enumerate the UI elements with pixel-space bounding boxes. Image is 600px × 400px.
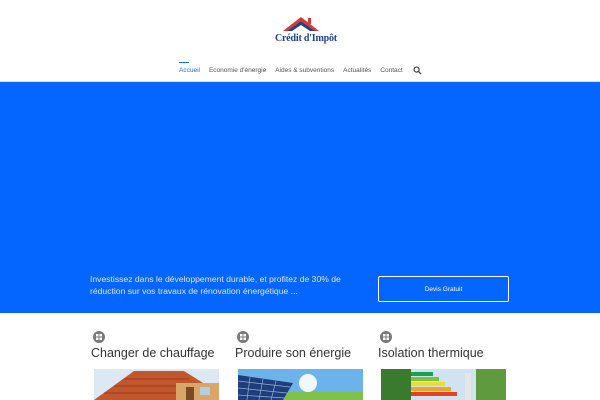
feature-title[interactable]: Isolation thermique <box>378 346 484 360</box>
hero-banner: Investissez dans le développement durabl… <box>0 82 600 313</box>
hero-text: Investissez dans le développement durabl… <box>90 274 341 296</box>
feature-changer-chauffage: Changer de chauffage <box>91 313 221 400</box>
energy-rating-image[interactable] <box>381 369 506 400</box>
feature-title[interactable]: Changer de chauffage <box>91 346 214 360</box>
features-section: Changer de chauffage Produire son énergi… <box>0 313 600 400</box>
main-nav: Accueil Economie d'énergie Aides & subve… <box>179 61 422 78</box>
grid-icon <box>237 331 249 343</box>
nav-item-accueil[interactable]: Accueil <box>179 61 200 74</box>
roof-logo-icon <box>283 17 319 31</box>
logo-text: Crédit d'Impôt <box>275 33 337 44</box>
nav-item-economie-energie[interactable]: Economie d'énergie <box>209 67 266 74</box>
devis-gratuit-button[interactable]: Devis Gratuit <box>378 276 509 302</box>
search-icon[interactable] <box>413 65 422 75</box>
nav-item-contact[interactable]: Contact <box>380 67 402 74</box>
grid-icon <box>380 331 392 343</box>
feature-title[interactable]: Produire son énergie <box>235 346 351 360</box>
wooden-house-roof-image[interactable] <box>94 369 219 400</box>
feature-isolation-thermique: Isolation thermique <box>378 313 508 400</box>
nav-item-aides-subventions[interactable]: Aides & subventions <box>275 67 334 74</box>
grid-icon <box>93 331 105 343</box>
site-logo[interactable]: Crédit d'Impôt <box>275 14 337 48</box>
site-header: Crédit d'Impôt Accueil Economie d'énergi… <box>0 0 600 82</box>
solar-panels-image[interactable] <box>238 369 363 400</box>
nav-item-actualites[interactable]: Actualités <box>343 67 371 74</box>
feature-produire-energie: Produire son énergie <box>235 313 365 400</box>
